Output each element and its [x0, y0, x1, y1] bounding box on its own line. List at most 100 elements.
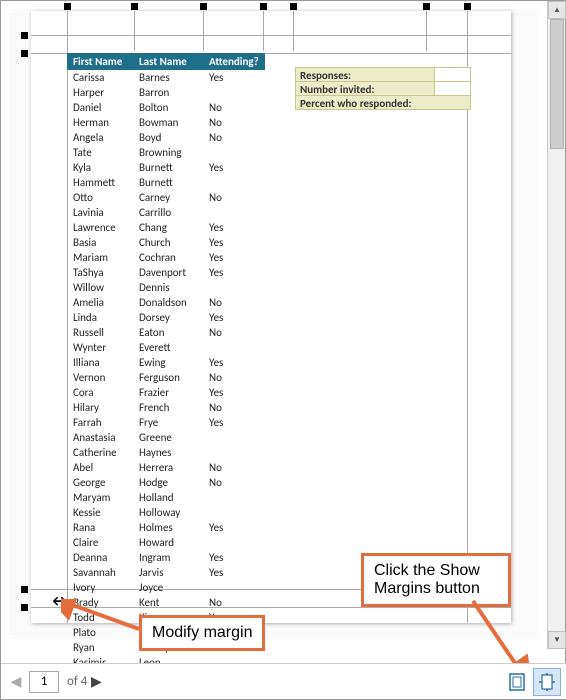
cell-first: Lavinia	[67, 205, 133, 220]
print-preview-area: First Name Last Name Attending? CarissaB…	[9, 9, 537, 639]
summary-percent-row: Percent who responded:	[295, 95, 471, 110]
cell-attending	[203, 145, 265, 160]
column-line[interactable]	[203, 11, 204, 51]
cell-last: Greene	[133, 430, 203, 445]
vertical-scrollbar[interactable]: ▲ ▼	[547, 1, 565, 649]
cell-first: Herman	[67, 115, 133, 130]
table-row: AngelaBoydNo	[67, 130, 265, 145]
cell-last: Burnett	[133, 175, 203, 190]
cell-last: Cochran	[133, 250, 203, 265]
table-row: DeannaIngramYes	[67, 550, 265, 565]
zoom-to-page-button[interactable]	[533, 668, 561, 696]
cell-first: Harper	[67, 85, 133, 100]
table-header-row: First Name Last Name Attending?	[67, 53, 265, 70]
cell-attending: No	[203, 475, 265, 490]
scroll-down-arrow[interactable]: ▼	[548, 631, 566, 649]
prev-page-button[interactable]: ◀	[7, 671, 25, 693]
table-row: BasiaChurchYes	[67, 235, 265, 250]
table-row: CatherineHaynes	[67, 445, 265, 460]
column-line[interactable]	[263, 11, 264, 51]
summary-label: Number invited:	[296, 82, 434, 95]
cell-attending: No	[203, 100, 265, 115]
cell-last: Hodge	[133, 475, 203, 490]
margin-handle[interactable]	[21, 604, 28, 611]
margin-handle[interactable]	[260, 3, 267, 10]
cell-last: Holmes	[133, 520, 203, 535]
cell-first: Ivory	[67, 580, 133, 595]
show-margins-button[interactable]	[503, 668, 531, 696]
margin-handle[interactable]	[21, 586, 28, 593]
pager-bar: ◀ 1 of 4 ▶	[1, 663, 566, 699]
table-row: TaShyaDavenportYes	[67, 265, 265, 280]
cell-first: Illiana	[67, 355, 133, 370]
table-row: DanielBoltonNo	[67, 100, 265, 115]
cell-first: Brady	[67, 595, 133, 610]
margin-handle[interactable]	[290, 3, 297, 10]
cell-attending: No	[203, 370, 265, 385]
cell-first: Farrah	[67, 415, 133, 430]
scroll-thumb[interactable]	[550, 19, 564, 149]
cell-first: Ryan	[67, 640, 133, 655]
cell-attending: Yes	[203, 220, 265, 235]
cell-attending: No	[203, 115, 265, 130]
cell-last: Herrera	[133, 460, 203, 475]
cell-attending: Yes	[203, 385, 265, 400]
margin-handle[interactable]	[464, 3, 471, 10]
cell-first: Basia	[67, 235, 133, 250]
cell-last: Frazier	[133, 385, 203, 400]
column-line[interactable]	[293, 11, 294, 51]
cell-first: Hammett	[67, 175, 133, 190]
cell-last: Ewing	[133, 355, 203, 370]
table-row: SavannahJarvisYes	[67, 565, 265, 580]
summary-label: Percent who responded:	[296, 96, 434, 109]
table-row: AnastasiaGreene	[67, 430, 265, 445]
cell-attending: Yes	[203, 160, 265, 175]
cell-first: Willow	[67, 280, 133, 295]
cell-attending: No	[203, 460, 265, 475]
preview-page: First Name Last Name Attending? CarissaB…	[31, 11, 511, 623]
margin-handle[interactable]	[131, 3, 138, 10]
cell-first: TaShya	[67, 265, 133, 280]
cell-first: Vernon	[67, 370, 133, 385]
callout-show-margins: Click the ShowMargins button	[361, 553, 511, 607]
cell-first: Wynter	[67, 340, 133, 355]
cell-last: Carrillo	[133, 205, 203, 220]
margin-line-header[interactable]	[31, 35, 511, 36]
cell-attending: Yes	[203, 520, 265, 535]
cell-first: Mariam	[67, 250, 133, 265]
margin-handle[interactable]	[200, 3, 207, 10]
cell-attending: Yes	[203, 415, 265, 430]
margin-handle[interactable]	[423, 3, 430, 10]
table-row: OttoCarneyNo	[67, 190, 265, 205]
table-row: KessieHolloway	[67, 505, 265, 520]
summary-value	[434, 82, 470, 95]
table-row: IvoryJoyce	[67, 580, 265, 595]
cell-attending	[203, 490, 265, 505]
column-line[interactable]	[426, 11, 427, 51]
cell-last: Dorsey	[133, 310, 203, 325]
next-page-button[interactable]: ▶	[87, 671, 105, 693]
scroll-up-arrow[interactable]: ▲	[548, 1, 566, 19]
cell-first: Catherine	[67, 445, 133, 460]
cell-first: Plato	[67, 625, 133, 640]
column-line[interactable]	[134, 11, 135, 51]
resize-cursor-icon: ↔	[49, 592, 70, 611]
callout-text: Modify margin	[152, 624, 252, 641]
cell-last: Howard	[133, 535, 203, 550]
cell-last: French	[133, 400, 203, 415]
cell-last: Church	[133, 235, 203, 250]
cell-attending: Yes	[203, 355, 265, 370]
summary-responses-row: Responses:	[295, 67, 471, 82]
cell-last: Eaton	[133, 325, 203, 340]
cell-last: Frye	[133, 415, 203, 430]
margin-handle[interactable]	[64, 3, 71, 10]
cell-attending	[203, 445, 265, 460]
cell-first: Abel	[67, 460, 133, 475]
page-number-input[interactable]: 1	[29, 671, 59, 693]
cell-attending: No	[203, 325, 265, 340]
table-row: BradyKentNo	[67, 595, 265, 610]
table-row: AbelHerreraNo	[67, 460, 265, 475]
margin-handle[interactable]	[21, 32, 28, 39]
margin-handle[interactable]	[21, 50, 28, 57]
cell-last: Jarvis	[133, 565, 203, 580]
